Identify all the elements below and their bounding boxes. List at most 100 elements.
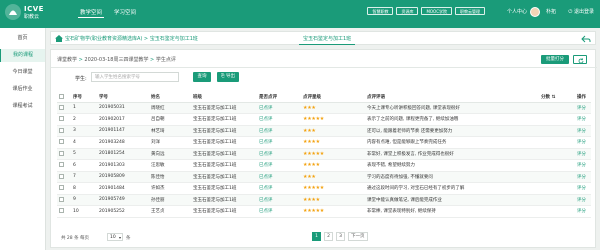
comment-status: 已点评 bbox=[257, 194, 301, 206]
score bbox=[539, 148, 575, 160]
subcrumb-classroom[interactable]: 课堂教学 bbox=[57, 57, 77, 63]
header-score-label: 分数 bbox=[541, 95, 550, 101]
student-name: 吕自朝 bbox=[149, 113, 191, 126]
sidebar-item-home[interactable]: 首页 bbox=[0, 32, 45, 45]
rate-link[interactable]: 评分 bbox=[575, 182, 591, 195]
nav-learning-space[interactable]: 学习空间 bbox=[112, 8, 138, 18]
student-id: 201905252 bbox=[97, 205, 149, 218]
link-mooc[interactable]: MOOC学院 bbox=[421, 7, 452, 15]
row-checkbox[interactable] bbox=[59, 139, 64, 145]
sidebar-item-my-courses[interactable]: 我的课程 bbox=[0, 49, 45, 62]
page-2[interactable]: 2 bbox=[324, 232, 333, 241]
row-checkbox[interactable] bbox=[59, 127, 64, 133]
rate-link[interactable]: 评分 bbox=[575, 205, 591, 218]
logo-subtitle: 职教云 bbox=[24, 14, 40, 20]
row-checkbox[interactable] bbox=[59, 162, 64, 168]
star-rating: ★★★★ bbox=[301, 136, 365, 149]
comment-text: 表现不错, 希望继续努力 bbox=[365, 159, 539, 172]
row-checkbox[interactable] bbox=[59, 116, 64, 122]
link-resource-library[interactable]: 资源库 bbox=[396, 7, 419, 15]
rate-link[interactable]: 评分 bbox=[575, 194, 591, 206]
student-id: 201901484 bbox=[97, 182, 149, 195]
query-button[interactable]: 查询 bbox=[193, 72, 211, 82]
rate-link[interactable]: 评分 bbox=[575, 136, 591, 149]
sidebar-item-exams[interactable]: 课程考试 bbox=[0, 100, 45, 113]
comment-status: 已点评 bbox=[257, 171, 301, 183]
logout-link[interactable]: ⏻ 退出登录 bbox=[568, 8, 594, 15]
class-name: 宝玉石鉴定与加工1班 bbox=[191, 113, 257, 126]
sidebar-item-homework[interactable]: 课后作业 bbox=[0, 83, 45, 96]
batch-score-button[interactable]: 批量打分 bbox=[541, 55, 569, 64]
page-3[interactable]: 3 bbox=[336, 232, 345, 241]
refresh-button[interactable] bbox=[573, 55, 587, 64]
comment-status: 已点评 bbox=[257, 136, 301, 149]
row-number: 4 bbox=[71, 136, 97, 149]
student-name: 汪思敏 bbox=[149, 159, 191, 172]
row-select-cell bbox=[57, 194, 71, 206]
student-table: 序号 学号 姓名 班级 是否点评 点评星级 点评评语 分数 ⇅ 操作 1 2019… bbox=[57, 93, 591, 218]
refresh-icon bbox=[578, 57, 584, 63]
header-name: 姓名 bbox=[149, 93, 191, 103]
score bbox=[539, 113, 575, 126]
table-row: 7 201905809 陈佳怡 宝玉石鉴定与加工1班 已点评 ★★★ 学习的态度有待加强, … bbox=[57, 171, 591, 183]
page-1[interactable]: 1 bbox=[312, 232, 321, 241]
row-checkbox[interactable] bbox=[59, 208, 64, 214]
star-icon: ★ bbox=[311, 104, 316, 111]
score bbox=[539, 194, 575, 206]
page-size-select[interactable]: 10 ▾ bbox=[107, 233, 123, 241]
table-row: 9 201905749 孙佳丽 宝玉石鉴定与加工1班 已点评 ★★★★ 课堂中能认真做笔记,… bbox=[57, 194, 591, 206]
rate-link[interactable]: 评分 bbox=[575, 113, 591, 126]
student-name: 林艺琦 bbox=[149, 125, 191, 137]
home-icon[interactable] bbox=[55, 35, 63, 42]
personal-center-link[interactable]: 个人中心 bbox=[507, 8, 527, 15]
student-name: 周晓红 bbox=[149, 102, 191, 114]
comment-text: 课堂中能认真做笔记, 课后能完成作业 bbox=[365, 194, 539, 206]
search-input[interactable] bbox=[91, 72, 179, 82]
back-icon[interactable] bbox=[581, 34, 591, 44]
score bbox=[539, 182, 575, 195]
row-checkbox[interactable] bbox=[59, 150, 64, 156]
row-select-cell bbox=[57, 125, 71, 137]
rate-link[interactable]: 评分 bbox=[575, 171, 591, 183]
rate-link[interactable]: 评分 bbox=[575, 148, 591, 160]
class-name: 宝玉石鉴定与加工1班 bbox=[191, 194, 257, 206]
breadcrumb-path[interactable]: 宝石矿物学(职业教育资源精选库A) > 宝玉石鉴定与加工1班 bbox=[65, 35, 198, 42]
link-smart-edu[interactable]: 智慧职教 bbox=[367, 7, 394, 15]
header-class: 班级 bbox=[191, 93, 257, 103]
logo-text: ICVE 职教云 bbox=[24, 5, 44, 21]
rate-link[interactable]: 评分 bbox=[575, 125, 591, 137]
row-checkbox[interactable] bbox=[59, 196, 64, 202]
sidebar-item-today-class[interactable]: 今日课堂 bbox=[0, 66, 45, 79]
row-select-cell bbox=[57, 113, 71, 126]
comment-text: 非常棒, 课堂表现特别好, 继续保持 bbox=[365, 205, 539, 218]
comment-status: 已点评 bbox=[257, 159, 301, 172]
comment-text: 学习的态度有待加强, 不懂就要问 bbox=[365, 171, 539, 183]
student-id: 201902017 bbox=[97, 113, 149, 126]
row-checkbox[interactable] bbox=[59, 185, 64, 191]
logo-icon bbox=[5, 4, 21, 20]
star-icon: ★ bbox=[311, 127, 316, 134]
star-icon: ★ bbox=[319, 150, 325, 157]
link-admin[interactable]: 职教云管理 bbox=[455, 7, 485, 15]
header-comment: 点评评语 bbox=[365, 93, 539, 103]
export-button[interactable]: ⎘ 导出 bbox=[217, 72, 239, 82]
row-select-cell bbox=[57, 182, 71, 195]
avatar[interactable] bbox=[530, 7, 540, 17]
nav-teaching-space[interactable]: 教学空间 bbox=[78, 8, 105, 18]
score bbox=[539, 125, 575, 137]
subcrumb-session[interactable]: 2020-03-18周三四课堂教学 bbox=[84, 57, 148, 63]
top-links: 智慧职教 资源库 MOOC学院 职教云管理 bbox=[367, 7, 485, 15]
header-score[interactable]: 分数 ⇅ bbox=[539, 93, 575, 103]
select-all-checkbox[interactable] bbox=[59, 94, 64, 100]
tab-class[interactable]: 宝玉石鉴定与加工1班 bbox=[299, 33, 356, 45]
student-name: 孙佳丽 bbox=[149, 194, 191, 206]
row-checkbox[interactable] bbox=[59, 173, 64, 179]
comment-text: 还可以, 能跟着老师的节奏 还需要更加努力 bbox=[365, 125, 539, 137]
table-header-row: 序号 学号 姓名 班级 是否点评 点评星级 点评评语 分数 ⇅ 操作 bbox=[57, 93, 591, 103]
rate-link[interactable]: 评分 bbox=[575, 159, 591, 172]
table-row: 4 201903248 刘洋 宝玉石鉴定与加工1班 已点评 ★★★★ 内容有点难, 但是能够… bbox=[57, 136, 591, 149]
next-page-button[interactable]: 下一页 bbox=[348, 232, 368, 241]
row-checkbox[interactable] bbox=[59, 104, 64, 110]
rate-link[interactable]: 评分 bbox=[575, 102, 591, 114]
comment-text: 今天上课专心听讲积极回答问题, 课堂表现很好 bbox=[365, 102, 539, 114]
